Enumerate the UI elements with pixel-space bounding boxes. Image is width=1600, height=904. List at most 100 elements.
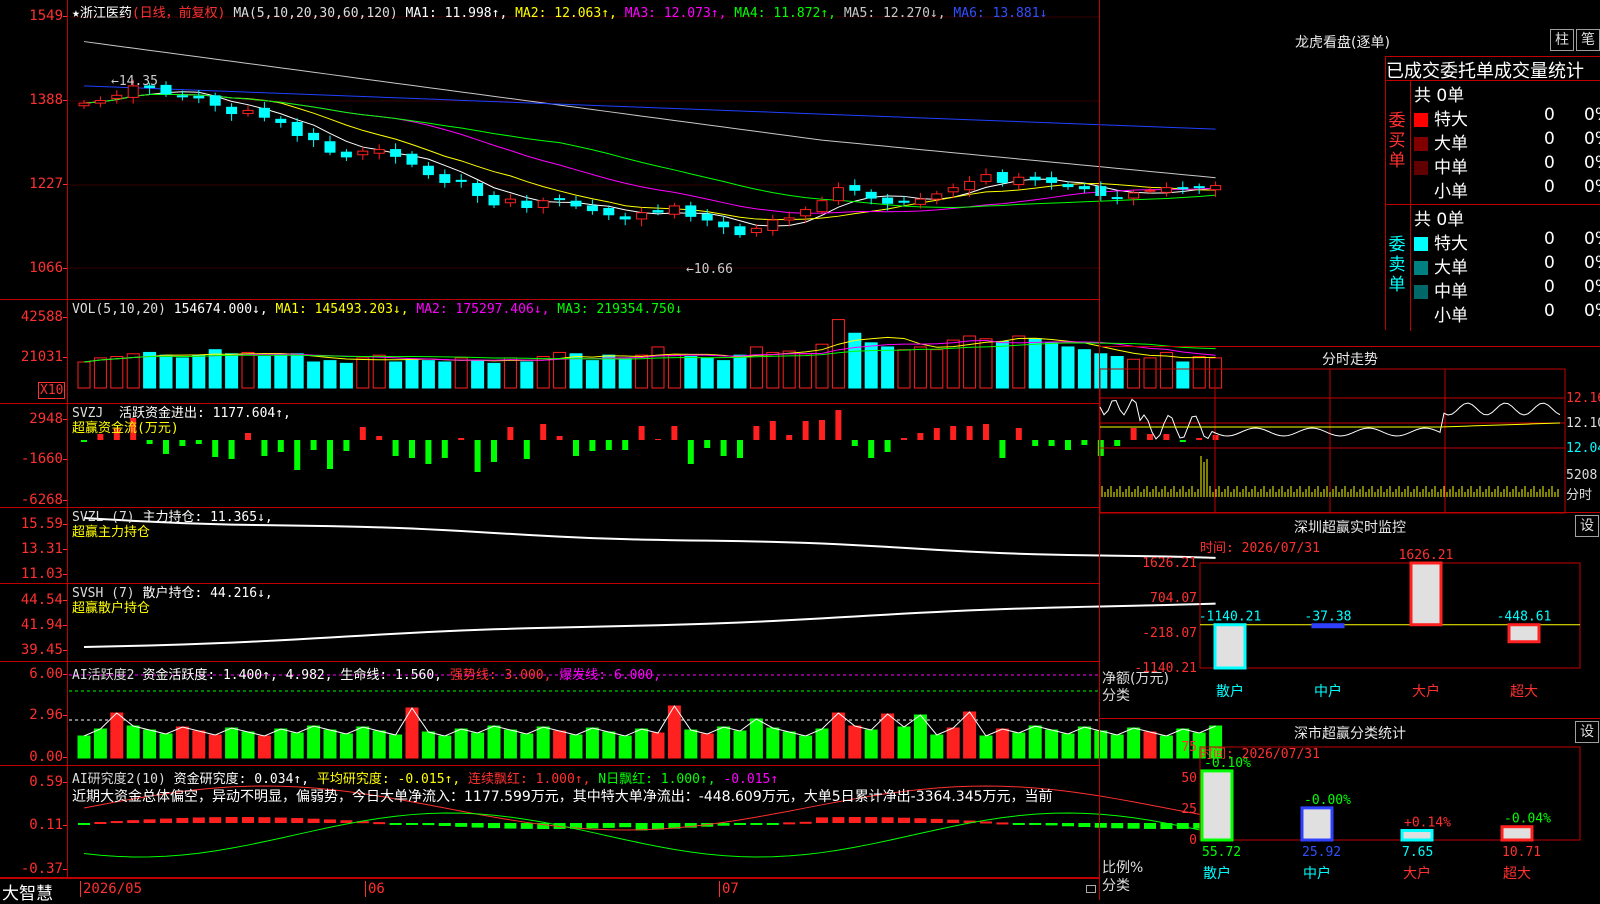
flow-bar bbox=[573, 440, 579, 456]
color-swatch bbox=[1414, 161, 1428, 175]
research-bar bbox=[1045, 823, 1058, 826]
date-axis[interactable]: 大智慧 2026/05 06 07 bbox=[0, 878, 1099, 904]
activity-bar bbox=[897, 726, 911, 759]
svzl-pane[interactable]: 15.59 13.31 11.03 SVZL (7) 主力持仓: 11.365↓… bbox=[0, 508, 1216, 584]
volume-bar bbox=[1061, 346, 1075, 389]
activity-bar bbox=[421, 731, 435, 759]
volume-bar bbox=[110, 356, 124, 389]
main-legend: ★浙江医药(日线，前复权) MA(5,10,20,30,60,120) MA1:… bbox=[72, 2, 1047, 21]
row-label: 中单 bbox=[1434, 282, 1468, 302]
candle-body bbox=[947, 187, 959, 193]
monitor-value-label: -448.61 bbox=[1497, 610, 1552, 625]
candle-body bbox=[652, 210, 664, 213]
svzl-value: 主力持仓: 11.365↓, bbox=[142, 510, 273, 525]
candle-body bbox=[226, 106, 238, 115]
candle-body bbox=[718, 221, 730, 228]
candle-body bbox=[472, 182, 484, 196]
flow-bar bbox=[753, 426, 760, 440]
intraday-panel[interactable]: 分时走势 12.16 12.10 12.04 5208 分时 bbox=[1099, 346, 1600, 514]
ai1-c: 生命线: 1.560, bbox=[340, 668, 443, 683]
svzj-value: 活跃资金进出: 1177.604↑, bbox=[118, 406, 291, 421]
research-bar bbox=[160, 818, 172, 823]
row-pct: 0% bbox=[1584, 277, 1600, 297]
activity-bar bbox=[487, 725, 501, 759]
flow-bar bbox=[556, 436, 563, 440]
ai-activity-pane[interactable]: 6.00 2.96 0.00 AI活跃度2 资金活跃度: 1.400↑, 4.9… bbox=[0, 662, 1223, 766]
activity-bar bbox=[454, 728, 468, 759]
candle-body bbox=[882, 197, 894, 204]
classify-category: 散户 bbox=[1203, 865, 1231, 882]
app-logo[interactable]: 大智慧 bbox=[2, 879, 53, 904]
vol-ma1: MA1: 145493.203↓, bbox=[275, 302, 409, 317]
research-bar bbox=[94, 822, 107, 825]
flow-bar bbox=[589, 440, 596, 451]
lock-icon[interactable] bbox=[1086, 885, 1096, 893]
tick-view-button[interactable]: 笔 bbox=[1576, 29, 1600, 51]
activity-bar bbox=[339, 733, 353, 759]
research-bar bbox=[1062, 823, 1074, 827]
classify-value-label: 25.92 bbox=[1302, 845, 1341, 860]
monitor-value-label: 1626.21 bbox=[1399, 548, 1454, 563]
candle-body bbox=[176, 95, 188, 98]
candle-body bbox=[636, 212, 648, 220]
candle-body bbox=[1046, 177, 1058, 183]
color-swatch bbox=[1414, 185, 1428, 199]
candle-body bbox=[701, 213, 713, 221]
candle-pane[interactable]: 1549 1388 1227 1066 ★浙江医药(日线，前复权) MA(5,1… bbox=[0, 0, 1222, 300]
row-count: 0 bbox=[1544, 153, 1555, 173]
volume-pane[interactable]: 42588 21031 X10 VOL(5,10,20) 154674.000↓… bbox=[0, 300, 1223, 404]
flow-bar bbox=[294, 440, 301, 470]
volume-bar bbox=[438, 361, 452, 389]
ai-research-text: 近期大资金总体偏空，异动不明显，偏弱势，今日大单净流入：1177.599万元，其… bbox=[72, 789, 1053, 805]
classify-xlabel: 分类 bbox=[1102, 878, 1130, 894]
sell-section: 委卖单 共 0单 特大 0 0% 大单 0 0% 中单 0 0% 小单 0 0% bbox=[1385, 204, 1600, 331]
volume-bar bbox=[77, 361, 91, 389]
monitor-bar bbox=[1311, 623, 1345, 629]
research-bar bbox=[586, 823, 599, 829]
activity-bar bbox=[1028, 725, 1042, 759]
flow-bar bbox=[228, 440, 235, 459]
flow-bar bbox=[917, 433, 924, 440]
candle-body bbox=[849, 185, 861, 191]
volume-bar bbox=[241, 351, 255, 389]
svzj-pane[interactable]: 2948 -1660 -6268 SVZJ 活跃资金进出: 1177.604↑,… bbox=[0, 404, 1219, 508]
row-pct: 0% bbox=[1584, 177, 1600, 197]
volume-bar bbox=[799, 353, 813, 389]
flow-bar bbox=[409, 440, 415, 458]
row-pct: 0% bbox=[1584, 129, 1600, 149]
volume-bar bbox=[651, 346, 665, 389]
monitor-bar bbox=[1507, 623, 1541, 644]
flow-bar bbox=[655, 439, 661, 440]
research-bar bbox=[914, 818, 927, 823]
candle-body bbox=[586, 205, 598, 212]
candle-body bbox=[406, 153, 418, 165]
row-pct: 0% bbox=[1584, 229, 1600, 249]
classify-change-label: -0.00% bbox=[1304, 793, 1351, 808]
research-bar bbox=[930, 818, 943, 823]
flow-bar bbox=[81, 440, 87, 442]
volume-bar bbox=[979, 338, 993, 389]
research-bar bbox=[225, 817, 238, 823]
ma-line bbox=[83, 41, 1216, 179]
monitor-category: 超大 bbox=[1510, 684, 1538, 700]
bar-view-button[interactable]: 柱 bbox=[1550, 29, 1574, 51]
flow-bar bbox=[1015, 428, 1022, 440]
flow-bar bbox=[392, 440, 399, 456]
research-bar bbox=[816, 817, 828, 823]
svsh-pane[interactable]: 44.54 41.94 39.45 SVSH (7) 散户持仓: 44.216↓… bbox=[0, 584, 1216, 662]
favorite-star-icon[interactable]: ★ bbox=[72, 6, 80, 21]
monitor-value-label: -1140.21 bbox=[1199, 610, 1262, 625]
period-label[interactable]: (日线，前复权) bbox=[132, 6, 226, 21]
ai-research-pane[interactable]: 0.59 0.11 -0.37 AI研究度2(10) 资金研究度: 0.034↑… bbox=[0, 766, 1222, 878]
volume-bar bbox=[749, 346, 763, 389]
candle-body bbox=[291, 121, 303, 136]
research-bar bbox=[619, 823, 632, 828]
flow-bar bbox=[983, 424, 989, 440]
flow-bar bbox=[950, 426, 957, 440]
flow-bar bbox=[999, 440, 1006, 458]
flow-bar bbox=[605, 440, 612, 450]
activity-bar bbox=[520, 733, 534, 759]
candle-body bbox=[554, 198, 566, 201]
svzl-subtitle: 超赢主力持仓 bbox=[72, 525, 151, 540]
vol-def: VOL(5,10,20) bbox=[72, 302, 166, 317]
